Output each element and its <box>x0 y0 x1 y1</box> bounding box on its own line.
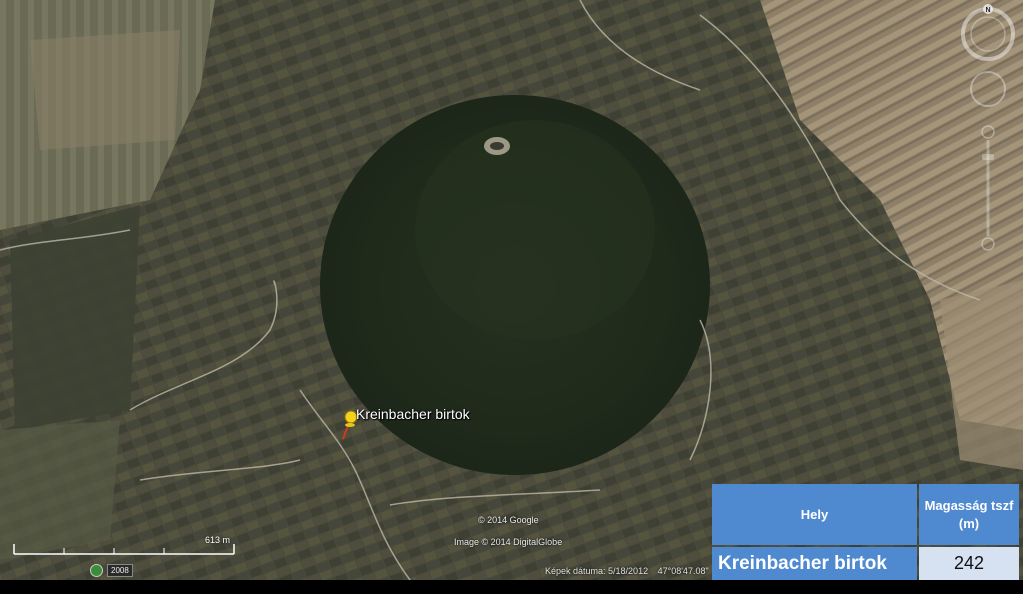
move-joystick-icon[interactable] <box>970 71 1006 107</box>
scale-label: 613 m <box>205 535 231 545</box>
scale-bar <box>13 544 235 555</box>
imagery-date: Képek dátuma: 5/18/2012 <box>545 566 649 576</box>
historical-imagery-badge[interactable]: 2008 <box>90 563 133 577</box>
imagery-credit: Image © 2014 DigitalGlobe <box>454 537 563 547</box>
status-bar: Képek dátuma: 5/18/2012 47°08'47.08" <box>545 566 716 576</box>
north-label: N <box>985 7 990 14</box>
placemark-label[interactable]: Kreinbacher birtok <box>356 406 470 422</box>
place-column-header: Hely <box>712 484 917 545</box>
navigation-controls[interactable]: N <box>958 4 1018 254</box>
latitude-readout: 47°08'47.08" <box>657 566 709 576</box>
copyright-text: © 2014 Google <box>478 515 539 525</box>
compass-ring-icon[interactable]: N <box>961 4 1015 61</box>
historical-imagery-clock-icon[interactable] <box>90 563 103 577</box>
google-earth-view: Kreinbacher birtok © 2014 Google Image ©… <box>0 0 1023 594</box>
place-cell: Kreinbacher birtok <box>712 547 917 580</box>
altitude-cell: 242 <box>919 547 1019 580</box>
historical-imagery-year[interactable]: 2008 <box>107 563 133 577</box>
altitude-column-header: Magasság tszf (m) <box>919 484 1019 545</box>
altitude-info-table: Hely Magasság tszf (m) Kreinbacher birto… <box>712 484 1019 580</box>
zoom-slider-icon[interactable] <box>981 125 995 251</box>
